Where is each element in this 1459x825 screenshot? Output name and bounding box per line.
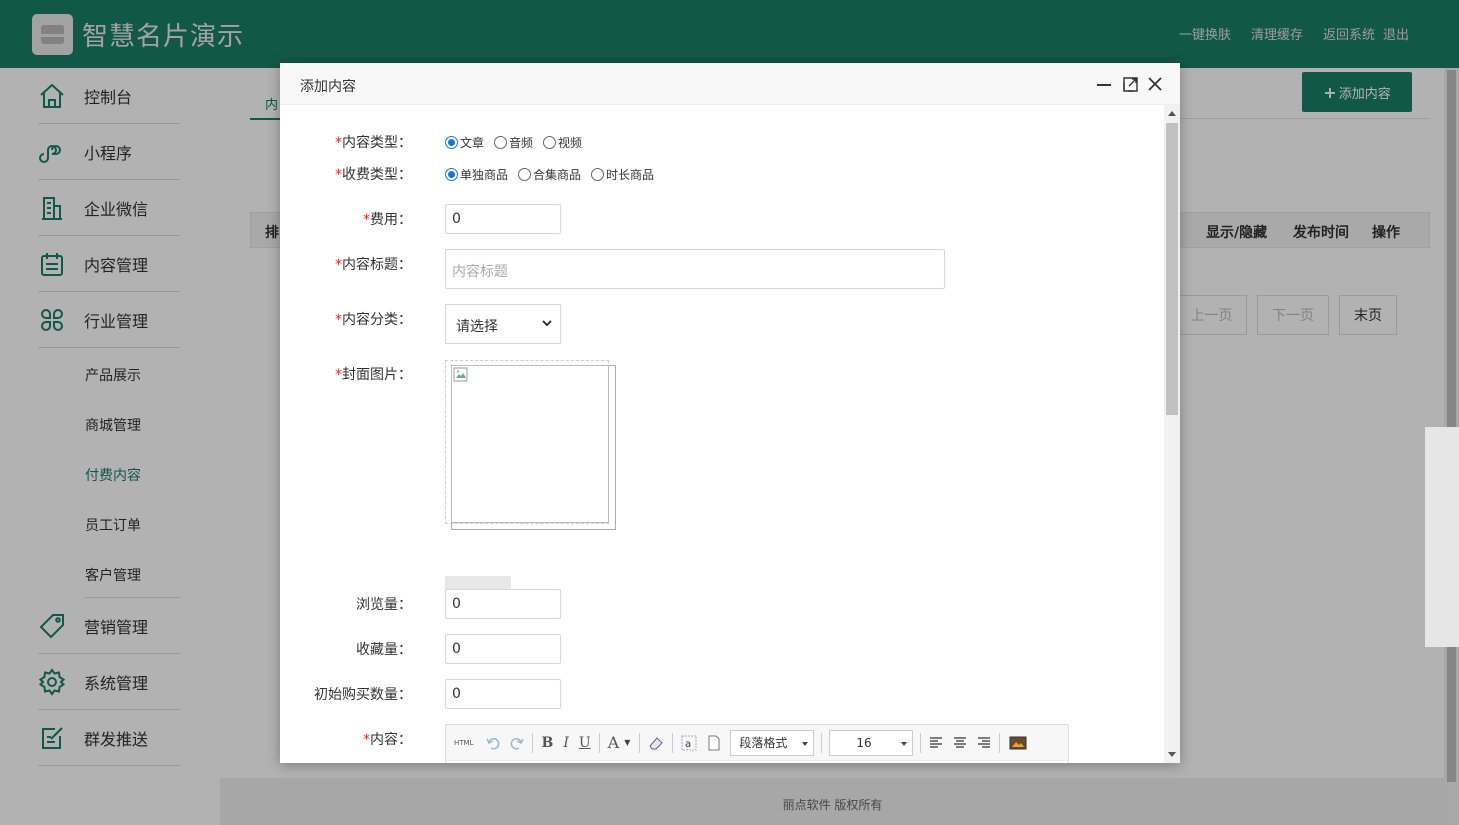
content-type-group: 文章 音频 视频: [445, 134, 592, 151]
broken-image-icon: [453, 367, 468, 382]
radio-checked[interactable]: [445, 168, 458, 181]
toolbar-divider: [639, 732, 641, 753]
dialog-body: *内容类型： 文章 音频 视频 *收费类型： 单独商品 合集商品 时长商品 *费…: [280, 105, 1164, 763]
views-input[interactable]: 0: [445, 589, 561, 619]
favorites-label: 收藏量：: [356, 642, 412, 658]
align-left-icon[interactable]: [928, 735, 944, 751]
page-icon[interactable]: [706, 734, 722, 752]
category-select-value: 请选择: [456, 319, 498, 335]
toolbar-divider: [821, 732, 823, 753]
toolbar-divider: [920, 732, 922, 753]
radio-unchecked[interactable]: [494, 136, 508, 149]
bold-button[interactable]: B: [541, 735, 553, 751]
toolbar-divider: [598, 732, 600, 753]
content-type-video[interactable]: 视频: [543, 134, 582, 151]
required-mark: *: [363, 732, 370, 748]
maximize-icon[interactable]: [1121, 75, 1139, 93]
fee-type-bundle[interactable]: 合集商品: [518, 166, 581, 183]
radio-unchecked[interactable]: [591, 168, 605, 181]
content-label: *内容：: [363, 732, 412, 748]
required-mark: *: [335, 312, 342, 328]
italic-button[interactable]: I: [563, 735, 569, 751]
content-title-label: *内容标题：: [335, 257, 412, 273]
required-mark: *: [363, 212, 370, 228]
radio-unchecked[interactable]: [543, 136, 557, 149]
fee-type-duration[interactable]: 时长商品: [591, 166, 654, 183]
dialog-scrollbar-thumb[interactable]: [1166, 123, 1178, 415]
radio-checked[interactable]: [445, 136, 458, 149]
required-mark: *: [335, 135, 342, 151]
minimize-icon[interactable]: [1095, 75, 1113, 93]
close-icon[interactable]: [1146, 75, 1164, 93]
content-type-article[interactable]: 文章: [445, 134, 484, 151]
editor-toolbar: HTML B I U A ▼ a 段落格式 16: [446, 725, 1068, 761]
underline-button[interactable]: U: [579, 735, 591, 751]
font-size-select[interactable]: 16: [829, 729, 914, 756]
initial-purchases-input[interactable]: 0: [445, 679, 561, 709]
scroll-up-icon[interactable]: [1168, 111, 1176, 116]
font-color-dropdown-icon[interactable]: ▼: [624, 738, 630, 747]
insert-image-icon[interactable]: [1009, 735, 1027, 751]
fee-input[interactable]: 0: [445, 204, 561, 234]
category-label: *内容分类：: [335, 312, 412, 328]
dialog-scrollbar[interactable]: [1164, 105, 1180, 763]
align-right-icon[interactable]: [976, 735, 992, 751]
toolbar-divider: [532, 732, 534, 753]
eraser-icon[interactable]: [647, 734, 665, 752]
required-mark: *: [335, 367, 342, 383]
html-source-button[interactable]: HTML: [454, 739, 473, 747]
cover-image-placeholder: [451, 365, 609, 523]
required-mark: *: [335, 167, 342, 183]
paragraph-format-select[interactable]: 段落格式: [730, 729, 815, 756]
scroll-down-icon[interactable]: [1168, 752, 1176, 757]
initial-purchases-label: 初始购买数量：: [314, 687, 412, 703]
fee-label: *费用：: [363, 212, 412, 228]
svg-text:a: a: [685, 739, 691, 750]
redo-icon[interactable]: [509, 735, 525, 751]
undo-icon[interactable]: [485, 735, 501, 751]
dialog-header: 添加内容: [280, 63, 1180, 105]
add-content-dialog: 添加内容 *内容类型： 文章 音频 视频 *收费类型： 单独商品 合集商品 时长…: [280, 63, 1180, 763]
content-type-audio[interactable]: 音频: [494, 134, 533, 151]
fee-type-group: 单独商品 合集商品 时长商品: [445, 166, 664, 183]
content-type-label: *内容类型：: [335, 135, 412, 151]
cover-label: *封面图片：: [335, 367, 412, 383]
dialog-title: 添加内容: [300, 79, 356, 95]
side-panel-handle[interactable]: [1425, 427, 1459, 647]
views-label: 浏览量：: [356, 597, 412, 613]
favorites-input[interactable]: 0: [445, 634, 561, 664]
toolbar-divider: [999, 732, 1001, 753]
align-center-icon[interactable]: [952, 735, 968, 751]
content-title-input[interactable]: 内容标题: [445, 249, 945, 289]
anchor-icon[interactable]: a: [680, 734, 698, 752]
rich-text-editor[interactable]: HTML B I U A ▼ a 段落格式 16: [445, 724, 1069, 763]
chevron-down-icon: [542, 320, 552, 327]
radio-unchecked[interactable]: [518, 168, 532, 181]
fee-type-label: *收费类型：: [335, 167, 412, 183]
fee-type-single[interactable]: 单独商品: [445, 166, 508, 183]
required-mark: *: [335, 257, 342, 273]
toolbar-divider: [672, 732, 674, 753]
category-select[interactable]: 请选择: [445, 304, 561, 344]
font-color-button[interactable]: A: [608, 733, 620, 752]
